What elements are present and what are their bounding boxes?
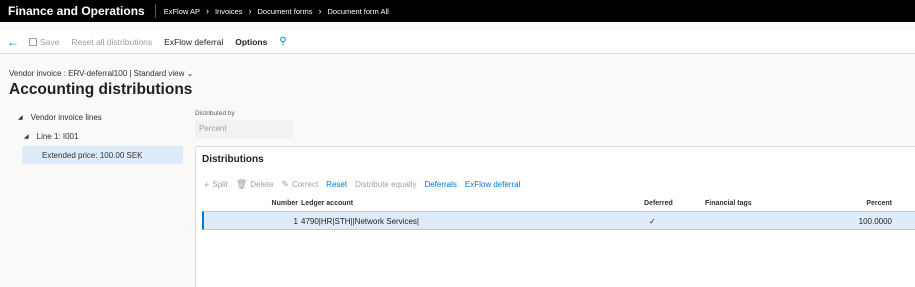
pencil-icon: ✎ (281, 179, 289, 189)
expand-triangle-icon[interactable]: ◢ (18, 114, 23, 121)
search-icon[interactable]: ⚲ (279, 36, 286, 47)
tree-item-vendor-invoice-lines[interactable]: ◢ Vendor invoice lines (0, 108, 190, 126)
page-title: Accounting distributions (9, 81, 193, 98)
grid-header: Number Ledger account Deferred Financial… (202, 197, 915, 211)
distributions-panel: Distributions + Split 🗑 Delete ✎ Correct… (195, 146, 915, 287)
column-header-number[interactable]: Number (272, 200, 298, 207)
invoice-lines-tree: ◢ Vendor invoice lines ◢ Line 1: I001 Ex… (0, 108, 190, 165)
tree-item-extended-price[interactable]: Extended price: 100.00 SEK (22, 146, 183, 164)
breadcrumb-item-exflow-ap[interactable]: ExFlow AP (164, 7, 200, 16)
delete-label: Delete (250, 180, 274, 189)
breadcrumb: ExFlow AP › Invoices › Document forms › … (164, 6, 389, 16)
distributed-by-label: Distributed by (195, 110, 235, 117)
divider (154, 4, 156, 18)
cell-ledger-account[interactable]: 4790|HR|STH||Network Services| (301, 217, 419, 226)
correct-button[interactable]: ✎ Correct (281, 179, 318, 190)
tree-item-label: Extended price: 100.00 SEK (42, 150, 143, 160)
record-context-text: Vendor invoice : ERV-deferral100 | Stand… (9, 69, 185, 78)
record-context: Vendor invoice : ERV-deferral100 | Stand… (9, 69, 193, 78)
breadcrumb-item-document-forms[interactable]: Document forms (257, 7, 312, 16)
column-header-percent[interactable]: Percent (866, 200, 892, 207)
deferrals-button[interactable]: Deferrals (424, 180, 456, 189)
save-label: Save (40, 36, 60, 47)
cell-percent[interactable]: 100.0000 (859, 217, 892, 226)
column-header-deferred[interactable]: Deferred (644, 200, 673, 207)
distribute-equally-button[interactable]: Distribute equally (355, 180, 416, 189)
exflow-deferral-button[interactable]: ExFlow deferral (164, 37, 223, 47)
reset-all-distributions-button[interactable]: Reset all distributions (71, 37, 152, 47)
reset-button[interactable]: Reset (326, 180, 347, 189)
correct-label: Correct (291, 180, 319, 189)
split-button[interactable]: + Split (204, 180, 228, 190)
distributions-toolbar: + Split 🗑 Delete ✎ Correct Reset Distrib… (204, 179, 528, 190)
column-header-ledger-account[interactable]: Ledger account (301, 200, 353, 207)
save-icon (29, 37, 37, 46)
tree-item-line-1[interactable]: ◢ Line 1: I001 (0, 127, 190, 145)
exflow-deferral-toolbar-button[interactable]: ExFlow deferral (465, 180, 521, 189)
app-title[interactable]: Finance and Operations (0, 4, 155, 18)
plus-icon: + (204, 179, 210, 190)
distributions-grid: Number Ledger account Deferred Financial… (202, 197, 915, 230)
cell-number: 1 (293, 217, 298, 226)
chevron-right-icon: › (205, 6, 209, 16)
tree-item-label: Line 1: I001 (36, 131, 79, 141)
options-tab[interactable]: Options (235, 37, 267, 47)
delete-button[interactable]: 🗑 Delete (236, 179, 274, 190)
chevron-right-icon: › (318, 6, 322, 16)
top-navigation-bar: Finance and Operations ExFlow AP › Invoi… (0, 0, 915, 22)
breadcrumb-item-document-form-all[interactable]: Document form All (328, 7, 389, 16)
distributed-by-field[interactable]: Percent (195, 120, 293, 138)
trash-icon: 🗑 (235, 179, 248, 189)
tree-item-label: Vendor invoice lines (30, 112, 102, 122)
split-label: Split (212, 180, 228, 189)
breadcrumb-item-invoices[interactable]: Invoices (215, 7, 243, 16)
column-header-financial-tags[interactable]: Financial tags (705, 200, 752, 207)
action-pane: ← Save Reset all distributions ExFlow de… (0, 30, 915, 54)
deferred-check-icon: ✓ (649, 217, 656, 226)
table-row[interactable]: 1 4790|HR|STH||Network Services| ✓ 100.0… (202, 211, 915, 230)
expand-triangle-icon[interactable]: ◢ (24, 133, 29, 140)
chevron-right-icon: › (248, 6, 252, 16)
chevron-down-icon[interactable]: ⌄ (187, 69, 194, 78)
save-button[interactable]: Save (29, 37, 59, 47)
back-arrow-icon[interactable]: ← (7, 35, 19, 49)
distributions-title: Distributions (202, 154, 264, 165)
